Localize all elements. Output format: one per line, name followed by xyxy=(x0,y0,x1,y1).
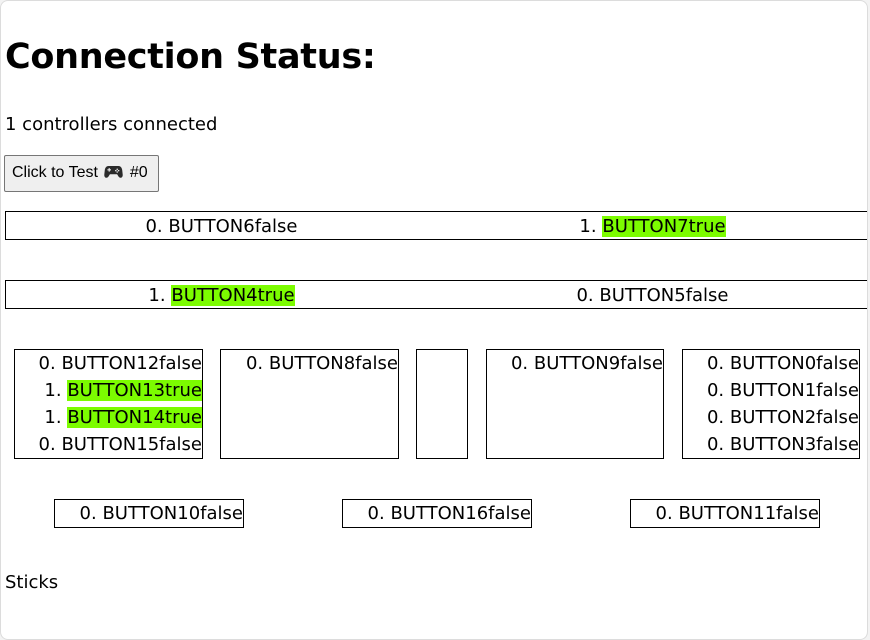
button-index: 0. xyxy=(38,353,56,374)
button-index: 0. xyxy=(706,380,725,401)
button-14-indicator: 1. BUTTON14true xyxy=(15,404,202,431)
button-7-indicator: 1. BUTTON7true xyxy=(437,213,867,240)
button-state-label: BUTTON11false xyxy=(678,503,819,524)
button-index: 0. xyxy=(38,434,56,455)
button-index: 0. xyxy=(79,503,97,524)
button-index: 0. xyxy=(367,503,385,524)
connection-count: 1 controllers connected xyxy=(5,114,218,135)
button-state-label: BUTTON5false xyxy=(599,285,729,306)
center-group xyxy=(416,349,468,459)
button-state-label: BUTTON6false xyxy=(168,216,298,237)
button-11-box: 0. BUTTON11false xyxy=(630,499,820,528)
page-container: Connection Status: 1 controllers connect… xyxy=(0,0,868,640)
button-state-label: BUTTON9false xyxy=(533,353,663,374)
button-16-indicator: 0. BUTTON16false xyxy=(343,500,531,527)
button-3-indicator: 0. BUTTON3false xyxy=(683,431,859,458)
bumper-row: 1. BUTTON4true 0. BUTTON5false xyxy=(5,280,867,309)
test-button-suffix: #0 xyxy=(129,163,148,181)
button-6-cell: 0. BUTTON6false xyxy=(6,213,437,239)
button-state-label: BUTTON15false xyxy=(61,434,202,455)
button-11-indicator: 0. BUTTON11false xyxy=(631,500,819,527)
button-2-indicator: 0. BUTTON2false xyxy=(683,404,859,431)
button-index: 0. xyxy=(145,216,163,237)
button-index: 1. xyxy=(148,285,166,306)
dpad-group: 0. BUTTON12false 1. BUTTON13true 1. BUTT… xyxy=(14,349,203,459)
button-4-cell: 1. BUTTON4true xyxy=(6,282,437,308)
button-4-indicator: 1. BUTTON4true xyxy=(6,282,437,309)
button-15-indicator: 0. BUTTON15false xyxy=(15,431,202,458)
button-state-label: BUTTON4true xyxy=(171,285,295,306)
button-index: 0. xyxy=(706,434,725,455)
button-index: 0. xyxy=(510,353,529,374)
start-group: 0. BUTTON9false xyxy=(486,349,664,459)
button-state-label: BUTTON1false xyxy=(729,380,859,401)
button-index: 0. xyxy=(706,407,725,428)
button-state-label: BUTTON16false xyxy=(390,503,531,524)
button-16-box: 0. BUTTON16false xyxy=(342,499,532,528)
button-index: 1. xyxy=(44,407,62,428)
button-12-indicator: 0. BUTTON12false xyxy=(15,350,202,377)
button-state-label: BUTTON14true xyxy=(67,407,202,428)
button-index: 0. xyxy=(706,353,725,374)
button-index: 1. xyxy=(44,380,62,401)
button-state-label: BUTTON3false xyxy=(729,434,859,455)
button-state-label: BUTTON13true xyxy=(67,380,202,401)
button-1-indicator: 0. BUTTON1false xyxy=(683,377,859,404)
page-title: Connection Status: xyxy=(5,37,376,77)
button-10-indicator: 0. BUTTON10false xyxy=(55,500,243,527)
button-8-indicator: 0. BUTTON8false xyxy=(221,350,398,377)
test-controller-button[interactable]: Click to Test #0 xyxy=(4,155,159,192)
button-state-label: BUTTON2false xyxy=(729,407,859,428)
test-button-prefix: Click to Test xyxy=(12,163,98,181)
button-index: 0. xyxy=(576,285,594,306)
button-state-label: BUTTON8false xyxy=(268,353,398,374)
sticks-heading: Sticks xyxy=(5,572,59,593)
gamepad-icon xyxy=(104,164,124,184)
button-index: 1. xyxy=(579,216,597,237)
button-index: 0. xyxy=(245,353,264,374)
button-state-label: BUTTON12false xyxy=(61,353,202,374)
button-state-label: BUTTON10false xyxy=(102,503,243,524)
select-group: 0. BUTTON8false xyxy=(220,349,399,459)
button-state-label: BUTTON0false xyxy=(729,353,859,374)
button-10-box: 0. BUTTON10false xyxy=(54,499,244,528)
button-state-label: BUTTON7true xyxy=(602,216,726,237)
face-buttons-group: 0. BUTTON0false 0. BUTTON1false 0. BUTTO… xyxy=(682,349,860,459)
button-6-indicator: 0. BUTTON6false xyxy=(6,213,437,240)
button-9-indicator: 0. BUTTON9false xyxy=(487,350,663,377)
button-5-indicator: 0. BUTTON5false xyxy=(437,282,867,309)
shoulder-row: 0. BUTTON6false 1. BUTTON7true xyxy=(5,211,867,240)
button-0-indicator: 0. BUTTON0false xyxy=(683,350,859,377)
button-7-cell: 1. BUTTON7true xyxy=(437,213,867,240)
button-13-indicator: 1. BUTTON13true xyxy=(15,377,202,404)
button-index: 0. xyxy=(655,503,673,524)
button-5-cell: 0. BUTTON5false xyxy=(437,282,867,309)
